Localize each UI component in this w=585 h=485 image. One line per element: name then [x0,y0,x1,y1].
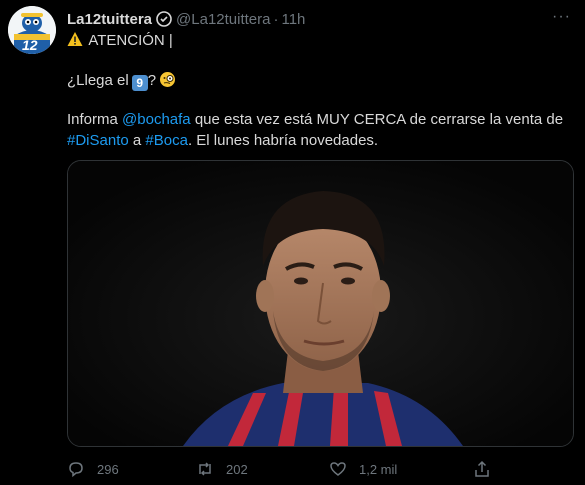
like-count: 1,2 mil [359,461,398,477]
attention-text: ATENCIÓN | [88,32,173,49]
separator-dot: · [273,10,279,28]
share-icon [475,460,489,477]
tweet-line-2: ¿Llega el 9? [67,71,176,91]
like-icon [330,462,346,476]
timestamp[interactable]: 11h [281,11,305,28]
tweet-line-4: #DiSanto a #Boca. El lunes habría noveda… [67,131,378,151]
tweet-header: La12tuittera @La12tuittera · 11h [67,9,305,29]
avatar[interactable]: 12 [8,6,56,54]
informa-text: Informa [67,111,118,128]
conjunction-text: a [132,132,142,149]
retweet-button[interactable]: 202 [196,460,248,478]
mention-link[interactable]: @bochafa [122,111,191,128]
display-name[interactable]: La12tuittera [67,11,152,28]
reply-count: 296 [97,461,119,477]
handle[interactable]: @La12tuittera [176,11,270,28]
verified-icon [156,11,172,27]
tweet-line-1: ATENCIÓN | [67,31,173,51]
question-suffix: ? [147,72,157,89]
monocle-face-icon [160,72,176,87]
retweet-count: 202 [226,461,248,477]
player-portrait-image [68,161,573,446]
question-prefix: ¿Llega el [67,72,129,89]
more-icon[interactable]: ··· [552,8,571,26]
hashtag-disanto[interactable]: #DiSanto [67,132,129,149]
tweet-actions: 296 202 1,2 mil [67,460,507,478]
reply-button[interactable]: 296 [67,460,119,478]
tweet[interactable]: 12 La12tuittera @La12tuittera · 11h ··· … [0,0,585,485]
like-button[interactable]: 1,2 mil [329,460,397,478]
tweet-photo[interactable] [67,160,574,447]
hashtag-boca[interactable]: #Boca [145,132,188,149]
closing-text: . El lunes habría novedades. [187,132,379,149]
reply-icon [69,462,83,478]
tweet-line-3: Informa @bochafa que esta vez está MUY C… [67,110,563,130]
avatar-number: 12 [22,37,38,53]
body-text: que esta vez está MUY CERCA de cerrarse … [194,111,564,128]
share-button[interactable] [473,460,503,478]
keycap-nine-icon: 9 [131,75,148,91]
retweet-icon [199,462,211,476]
warning-icon [67,32,83,46]
